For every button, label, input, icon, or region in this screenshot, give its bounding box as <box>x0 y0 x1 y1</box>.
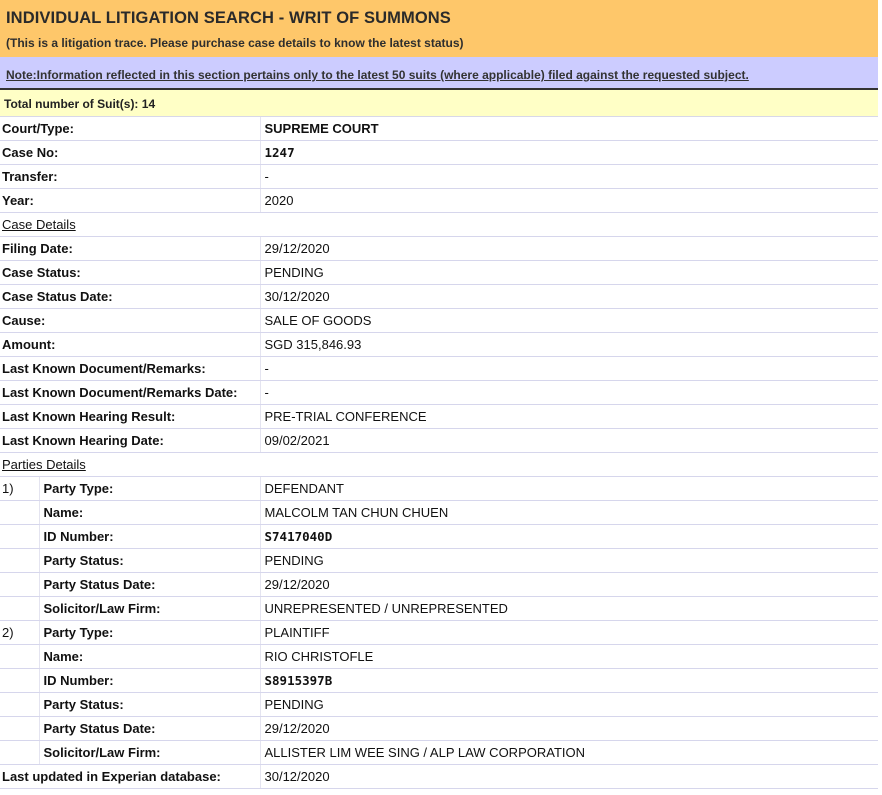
party-status-label: Party Status: <box>39 692 261 717</box>
hearing-date-label: Last Known Hearing Date: <box>0 428 261 453</box>
row-year: Year: 2020 <box>0 188 878 213</box>
last-doc-date-value: - <box>260 380 878 405</box>
row-court-type: Court/Type: SUPREME COURT <box>0 117 878 141</box>
party-name-label: Name: <box>39 644 261 669</box>
row-hearing-result: Last Known Hearing Result: PRE-TRIAL CON… <box>0 404 878 429</box>
page-title: INDIVIDUAL LITIGATION SEARCH - WRIT OF S… <box>6 9 451 27</box>
party-2-id-row: ID Number: S8915397B <box>0 668 878 693</box>
party-solicitor-value: UNREPRESENTED / UNREPRESENTED <box>260 596 878 621</box>
amount-label: Amount: <box>0 332 261 357</box>
case-status-date-label: Case Status Date: <box>0 284 261 309</box>
case-details-table: Court/Type: SUPREME COURT Case No: 1247 … <box>0 117 878 789</box>
row-last-doc: Last Known Document/Remarks: - <box>0 356 878 381</box>
party-name-value: RIO CHRISTOFLE <box>260 644 878 669</box>
court-type-value: SUPREME COURT <box>260 117 878 141</box>
party-2-name-row: Name: RIO CHRISTOFLE <box>0 644 878 669</box>
party-1-type-row: 1) Party Type: DEFENDANT <box>0 476 878 501</box>
party-status-date-label: Party Status Date: <box>39 572 261 597</box>
amount-value: SGD 315,846.93 <box>260 332 878 357</box>
year-label: Year: <box>0 188 261 213</box>
party-solicitor-label: Solicitor/Law Firm: <box>39 740 261 765</box>
party-status-value: PENDING <box>260 548 878 573</box>
party-1-name-row: Name: MALCOLM TAN CHUN CHUEN <box>0 500 878 525</box>
row-case-status: Case Status: PENDING <box>0 260 878 285</box>
party-solicitor-value: ALLISTER LIM WEE SING / ALP LAW CORPORAT… <box>260 740 878 765</box>
row-case-status-date: Case Status Date: 30/12/2020 <box>0 284 878 309</box>
parties-details-heading: Parties Details <box>0 452 878 477</box>
last-updated-value: 30/12/2020 <box>260 764 878 789</box>
party-1-status-date-row: Party Status Date: 29/12/2020 <box>0 572 878 597</box>
party-1-id-row: ID Number: S7417040D <box>0 524 878 549</box>
filing-date-label: Filing Date: <box>0 236 261 261</box>
row-filing-date: Filing Date: 29/12/2020 <box>0 236 878 261</box>
party-name-value: MALCOLM TAN CHUN CHUEN <box>260 500 878 525</box>
party-status-value: PENDING <box>260 692 878 717</box>
hearing-result-label: Last Known Hearing Result: <box>0 404 261 429</box>
party-type-value: PLAINTIFF <box>260 620 878 645</box>
party-status-label: Party Status: <box>39 548 261 573</box>
party-type-label: Party Type: <box>39 620 261 645</box>
note-bar: Note:Information reflected in this secti… <box>0 57 878 90</box>
row-case-no: Case No: 1247 <box>0 140 878 165</box>
row-last-doc-date: Last Known Document/Remarks Date: - <box>0 380 878 405</box>
year-value: 2020 <box>260 188 878 213</box>
party-status-date-label: Party Status Date: <box>39 716 261 741</box>
party-number: 2) <box>0 620 40 645</box>
cause-label: Cause: <box>0 308 261 333</box>
last-updated-label: Last updated in Experian database: <box>0 764 261 789</box>
last-doc-value: - <box>260 356 878 381</box>
title-bar: INDIVIDUAL LITIGATION SEARCH - WRIT OF S… <box>0 0 878 57</box>
case-status-date-value: 30/12/2020 <box>260 284 878 309</box>
party-id-value: S8915397B <box>260 668 878 693</box>
row-transfer: Transfer: - <box>0 164 878 189</box>
case-no-label: Case No: <box>0 140 261 165</box>
page-subtitle: (This is a litigation trace. Please purc… <box>6 36 464 50</box>
case-details-heading: Case Details <box>0 212 878 237</box>
row-parties-heading: Parties Details <box>0 452 878 477</box>
last-doc-date-label: Last Known Document/Remarks Date: <box>0 380 261 405</box>
row-cause: Cause: SALE OF GOODS <box>0 308 878 333</box>
case-no-value: 1247 <box>260 140 878 165</box>
hearing-date-value: 09/02/2021 <box>260 428 878 453</box>
party-2-status-date-row: Party Status Date: 29/12/2020 <box>0 716 878 741</box>
filing-date-value: 29/12/2020 <box>260 236 878 261</box>
party-2-status-row: Party Status: PENDING <box>0 692 878 717</box>
party-type-label: Party Type: <box>39 476 261 501</box>
last-doc-label: Last Known Document/Remarks: <box>0 356 261 381</box>
case-status-label: Case Status: <box>0 260 261 285</box>
row-amount: Amount: SGD 315,846.93 <box>0 332 878 357</box>
hearing-result-value: PRE-TRIAL CONFERENCE <box>260 404 878 429</box>
party-2-type-row: 2) Party Type: PLAINTIFF <box>0 620 878 645</box>
party-id-label: ID Number: <box>39 524 261 549</box>
row-case-details-heading: Case Details <box>0 212 878 237</box>
case-status-value: PENDING <box>260 260 878 285</box>
party-solicitor-label: Solicitor/Law Firm: <box>39 596 261 621</box>
party-id-value: S7417040D <box>260 524 878 549</box>
row-last-updated: Last updated in Experian database: 30/12… <box>0 764 878 789</box>
litigation-report: INDIVIDUAL LITIGATION SEARCH - WRIT OF S… <box>0 0 878 789</box>
party-name-label: Name: <box>39 500 261 525</box>
total-suits: Total number of Suit(s): 14 <box>0 90 878 117</box>
transfer-value: - <box>260 164 878 189</box>
party-type-value: DEFENDANT <box>260 476 878 501</box>
party-status-date-value: 29/12/2020 <box>260 716 878 741</box>
party-number: 1) <box>0 476 40 501</box>
court-type-label: Court/Type: <box>0 117 261 141</box>
transfer-label: Transfer: <box>0 164 261 189</box>
row-hearing-date: Last Known Hearing Date: 09/02/2021 <box>0 428 878 453</box>
party-2-solicitor-row: Solicitor/Law Firm: ALLISTER LIM WEE SIN… <box>0 740 878 765</box>
party-status-date-value: 29/12/2020 <box>260 572 878 597</box>
note-text: Note:Information reflected in this secti… <box>6 68 749 82</box>
cause-value: SALE OF GOODS <box>260 308 878 333</box>
party-1-solicitor-row: Solicitor/Law Firm: UNREPRESENTED / UNRE… <box>0 596 878 621</box>
party-1-status-row: Party Status: PENDING <box>0 548 878 573</box>
party-id-label: ID Number: <box>39 668 261 693</box>
